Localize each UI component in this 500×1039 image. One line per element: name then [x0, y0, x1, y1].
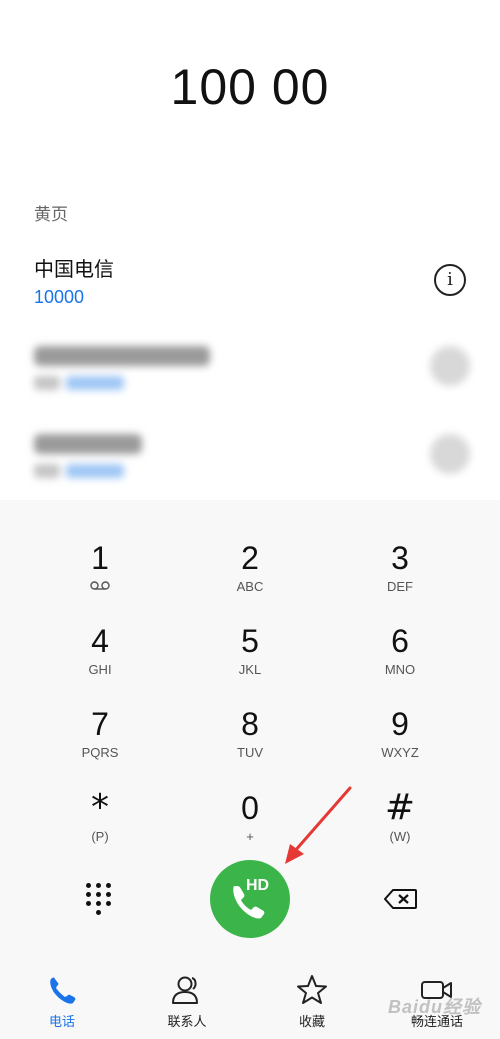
key-8[interactable]: 8 TUV [190, 706, 310, 776]
key-4[interactable]: 4 GHI [40, 623, 160, 693]
key-7[interactable]: 7 PQRS [40, 706, 160, 776]
key-2[interactable]: 2 ABC [190, 540, 310, 610]
dialed-number-display: 100 00 [170, 59, 330, 115]
contacts-icon [172, 976, 198, 1004]
star-icon [297, 975, 327, 1004]
yellow-pages-section-label: 黄页 [34, 205, 68, 225]
key-star[interactable]: * (P) [40, 790, 160, 860]
blurred-result-row [0, 342, 500, 412]
blurred-result-row [0, 430, 500, 500]
tab-contacts[interactable]: 联系人 [137, 965, 237, 1035]
hd-label: HD [246, 877, 270, 894]
keypad-toggle-icon[interactable] [86, 883, 112, 915]
key-1[interactable]: 1 [40, 540, 160, 610]
key-5[interactable]: 5 JKL [190, 623, 310, 693]
tab-favorites[interactable]: 收藏 [262, 965, 362, 1035]
watermark: Baidu经验 [388, 997, 482, 1017]
hd-call-button[interactable]: HD [210, 860, 290, 938]
key-6[interactable]: 6 MNO [340, 623, 460, 693]
key-3[interactable]: 3 DEF [340, 540, 460, 610]
contact-name: 中国电信 [34, 257, 114, 281]
key-9[interactable]: 9 WXYZ [340, 706, 460, 776]
phone-icon [233, 886, 265, 919]
contact-number: 10000 [34, 287, 85, 307]
info-icon[interactable]: i [434, 264, 466, 296]
backspace-icon[interactable] [384, 888, 418, 910]
contact-result-row[interactable]: 中国电信 10000 i [0, 253, 500, 333]
voicemail-icon [90, 581, 110, 590]
phone-icon [50, 977, 76, 1004]
tab-phone[interactable]: 电话 [12, 965, 112, 1035]
annotation-arrow-icon [285, 786, 352, 864]
